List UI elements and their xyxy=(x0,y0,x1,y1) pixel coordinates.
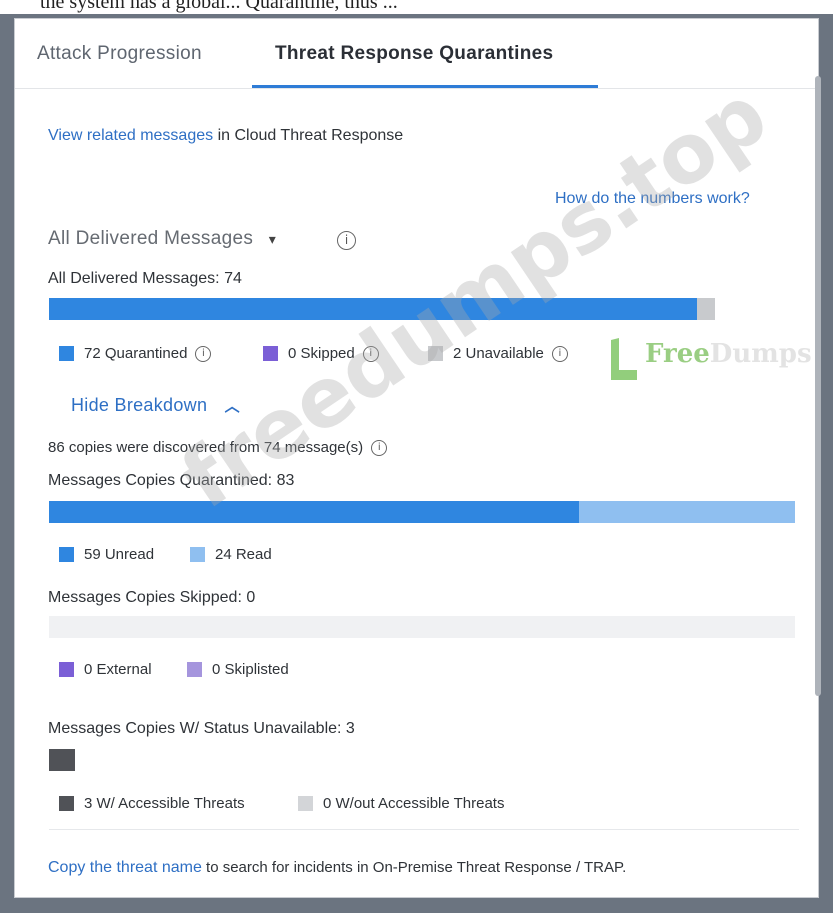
legend-label-read: 24 Read xyxy=(215,546,272,563)
chevron-up-icon: ︿ xyxy=(224,398,240,415)
quarantined-heading: Messages Copies Quarantined: 83 xyxy=(48,472,295,489)
hide-breakdown-toggle[interactable]: Hide Breakdown ︿ xyxy=(71,395,240,416)
chevron-down-icon: ▾ xyxy=(268,231,277,247)
view-related-line: View related messages in Cloud Threat Re… xyxy=(48,127,403,145)
watermark-logo-icon xyxy=(611,338,637,380)
unavailable-heading: Messages Copies W/ Status Unavailable: 3 xyxy=(48,720,355,737)
quarantined-bar xyxy=(49,501,795,523)
divider xyxy=(49,829,799,830)
legend-read: 24 Read xyxy=(190,546,272,563)
legend-with-threats: 3 W/ Accessible Threats xyxy=(59,795,245,812)
view-related-suffix: in Cloud Threat Response xyxy=(213,127,404,144)
legend-swatch-unavailable xyxy=(428,346,443,361)
view-related-messages-link[interactable]: View related messages xyxy=(48,127,213,144)
legend-label-quarantined: 72 Quarantined xyxy=(84,345,188,362)
quarantined-unread-segment xyxy=(49,501,580,523)
legend-label-unavailable: 2 Unavailable xyxy=(453,345,544,362)
info-icon[interactable]: i xyxy=(195,345,212,362)
copies-note: 86 copies were discovered from 74 messag… xyxy=(48,439,364,456)
legend-swatch-unread xyxy=(59,547,74,562)
watermark-brand-a: Free xyxy=(645,339,710,369)
watermark-brand: FreeDumps xyxy=(645,339,812,369)
info-icon[interactable]: i xyxy=(337,231,356,250)
legend-label-with-threats: 3 W/ Accessible Threats xyxy=(84,795,245,812)
unavailable-bar xyxy=(49,749,75,771)
delivered-quarantined-segment xyxy=(49,298,697,320)
caption-text: the system has a global... Quarantine, t… xyxy=(40,0,398,13)
message-filter-label: All Delivered Messages xyxy=(48,228,254,249)
threat-response-panel: Attack Progression Threat Response Quara… xyxy=(14,18,819,898)
copy-threat-name-link[interactable]: Copy the threat name xyxy=(48,859,202,876)
scrollbar[interactable] xyxy=(815,76,821,696)
legend-label-skiplisted: 0 Skiplisted xyxy=(212,661,289,678)
message-filter-dropdown[interactable]: All Delivered Messages ▾ xyxy=(48,228,276,250)
tab-bar: Attack Progression Threat Response Quara… xyxy=(15,19,818,89)
legend-swatch-skiplisted xyxy=(187,662,202,677)
legend-swatch-read xyxy=(190,547,205,562)
quarantined-read-segment xyxy=(579,501,795,523)
info-icon[interactable]: i xyxy=(362,345,379,362)
skipped-bar xyxy=(49,616,795,638)
info-icon[interactable]: i xyxy=(551,345,568,362)
tab-threat-response-quarantines[interactable]: Threat Response Quarantines xyxy=(275,43,553,65)
skipped-heading: Messages Copies Skipped: 0 xyxy=(48,589,256,606)
info-icon[interactable]: i xyxy=(371,440,388,457)
legend-swatch-external xyxy=(59,662,74,677)
watermark-brand-b: Dumps xyxy=(709,339,812,369)
delivered-bar xyxy=(49,298,715,320)
how-numbers-work-link[interactable]: How do the numbers work? xyxy=(555,190,750,208)
delivered-heading: All Delivered Messages: 74 xyxy=(48,270,242,287)
tab-attack-progression[interactable]: Attack Progression xyxy=(37,43,202,65)
legend-quarantined: 72 Quarantined i xyxy=(59,345,212,362)
legend-swatch-quarantined xyxy=(59,346,74,361)
footer-suffix: to search for incidents in On-Premise Th… xyxy=(201,859,627,876)
legend-label-unread: 59 Unread xyxy=(84,546,155,563)
legend-skiplisted: 0 Skiplisted xyxy=(187,661,289,678)
legend-unread: 59 Unread xyxy=(59,546,154,563)
legend-external: 0 External xyxy=(59,661,152,678)
footer-line: Copy the threat name to search for incid… xyxy=(48,859,626,877)
copies-note-line: 86 copies were discovered from 74 messag… xyxy=(48,439,388,457)
active-tab-underline xyxy=(252,85,598,88)
legend-swatch-without-threats xyxy=(298,796,313,811)
legend-label-skipped: 0 Skipped xyxy=(288,345,355,362)
legend-label-without-threats: 0 W/out Accessible Threats xyxy=(323,795,505,812)
legend-unavailable: 2 Unavailable i xyxy=(428,345,568,362)
legend-skipped: 0 Skipped i xyxy=(263,345,379,362)
legend-swatch-skipped xyxy=(263,346,278,361)
legend-swatch-with-threats xyxy=(59,796,74,811)
delivered-unavailable-segment xyxy=(697,298,715,320)
legend-label-external: 0 External xyxy=(84,661,152,678)
legend-without-threats: 0 W/out Accessible Threats xyxy=(298,795,504,812)
hide-breakdown-label: Hide Breakdown xyxy=(71,395,208,415)
caption-strip: the system has a global... Quarantine, t… xyxy=(0,0,833,14)
